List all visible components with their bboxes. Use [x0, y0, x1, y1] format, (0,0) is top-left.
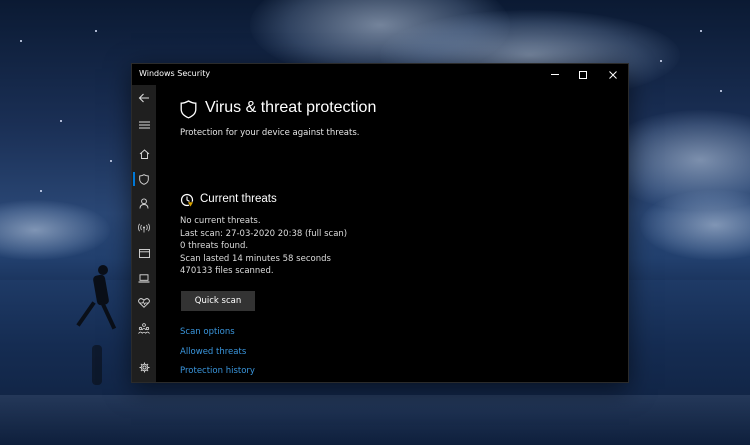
hamburger-menu-icon — [138, 121, 150, 129]
last-scan-text: Last scan: 27-03-2020 20:38 (full scan) — [180, 229, 348, 239]
star — [720, 90, 722, 92]
sidebar-item-virus-protection[interactable] — [132, 169, 156, 189]
minimize-button[interactable] — [541, 64, 569, 85]
close-icon — [609, 70, 617, 79]
hamburger-menu-button[interactable] — [132, 115, 156, 135]
page-title: Virus & threat protection — [205, 99, 377, 116]
page-subtitle: Protection for your device against threa… — [180, 128, 360, 138]
files-scanned-text: 470133 files scanned. — [180, 266, 274, 276]
sidebar-item-app-browser[interactable] — [132, 243, 156, 263]
allowed-threats-link[interactable]: Allowed threats — [180, 347, 246, 357]
sidebar-item-device-security[interactable] — [132, 268, 156, 288]
sidebar-item-settings[interactable] — [132, 357, 156, 377]
heart-icon — [138, 298, 150, 308]
scan-status-icon — [180, 193, 195, 208]
sidebar-item-firewall[interactable] — [132, 218, 156, 238]
laptop-icon — [138, 273, 150, 283]
person-icon — [139, 197, 149, 209]
back-arrow-icon — [138, 93, 149, 103]
close-button[interactable] — [599, 64, 627, 85]
quick-scan-button[interactable]: Quick scan — [181, 291, 255, 311]
main-content: Virus & threat protection Protection for… — [156, 85, 628, 382]
star — [110, 160, 112, 162]
family-icon — [138, 322, 150, 334]
gear-icon — [139, 362, 149, 372]
sidebar-item-device-health[interactable] — [132, 293, 156, 313]
runner-silhouette — [92, 345, 102, 385]
star — [95, 30, 97, 32]
sidebar-item-family-options[interactable] — [132, 318, 156, 338]
star — [700, 30, 702, 32]
protection-history-link[interactable]: Protection history — [180, 366, 255, 376]
star — [20, 40, 22, 42]
desktop-background: Windows Security Virus & threat protecti… — [0, 0, 750, 445]
maximize-icon — [579, 70, 587, 79]
back-button[interactable] — [132, 88, 156, 108]
star — [40, 190, 42, 192]
shield-icon — [139, 173, 149, 185]
sidebar-item-home[interactable] — [132, 144, 156, 164]
runner-silhouette — [98, 265, 108, 275]
app-browser-icon — [138, 248, 150, 258]
threat-status-text: No current threats. — [180, 216, 261, 226]
cloud — [0, 200, 110, 260]
star — [60, 120, 62, 122]
sidebar-item-account-protection[interactable] — [132, 193, 156, 213]
scan-options-link[interactable]: Scan options — [180, 327, 235, 337]
home-icon — [139, 149, 149, 159]
windows-security-window: Windows Security Virus & threat protecti… — [131, 63, 629, 383]
current-threats-heading: Current threats — [200, 193, 277, 205]
window-title: Windows Security — [139, 69, 211, 78]
sidebar — [132, 85, 156, 382]
star — [660, 60, 662, 62]
title-bar[interactable]: Windows Security — [132, 64, 628, 85]
maximize-button[interactable] — [569, 64, 597, 85]
scan-duration-text: Scan lasted 14 minutes 58 seconds — [180, 254, 331, 264]
minimize-icon — [551, 74, 559, 75]
reflection — [0, 395, 750, 445]
wifi-antenna-icon — [138, 223, 150, 233]
threats-found-text: 0 threats found. — [180, 241, 249, 251]
shield-icon — [180, 100, 197, 119]
